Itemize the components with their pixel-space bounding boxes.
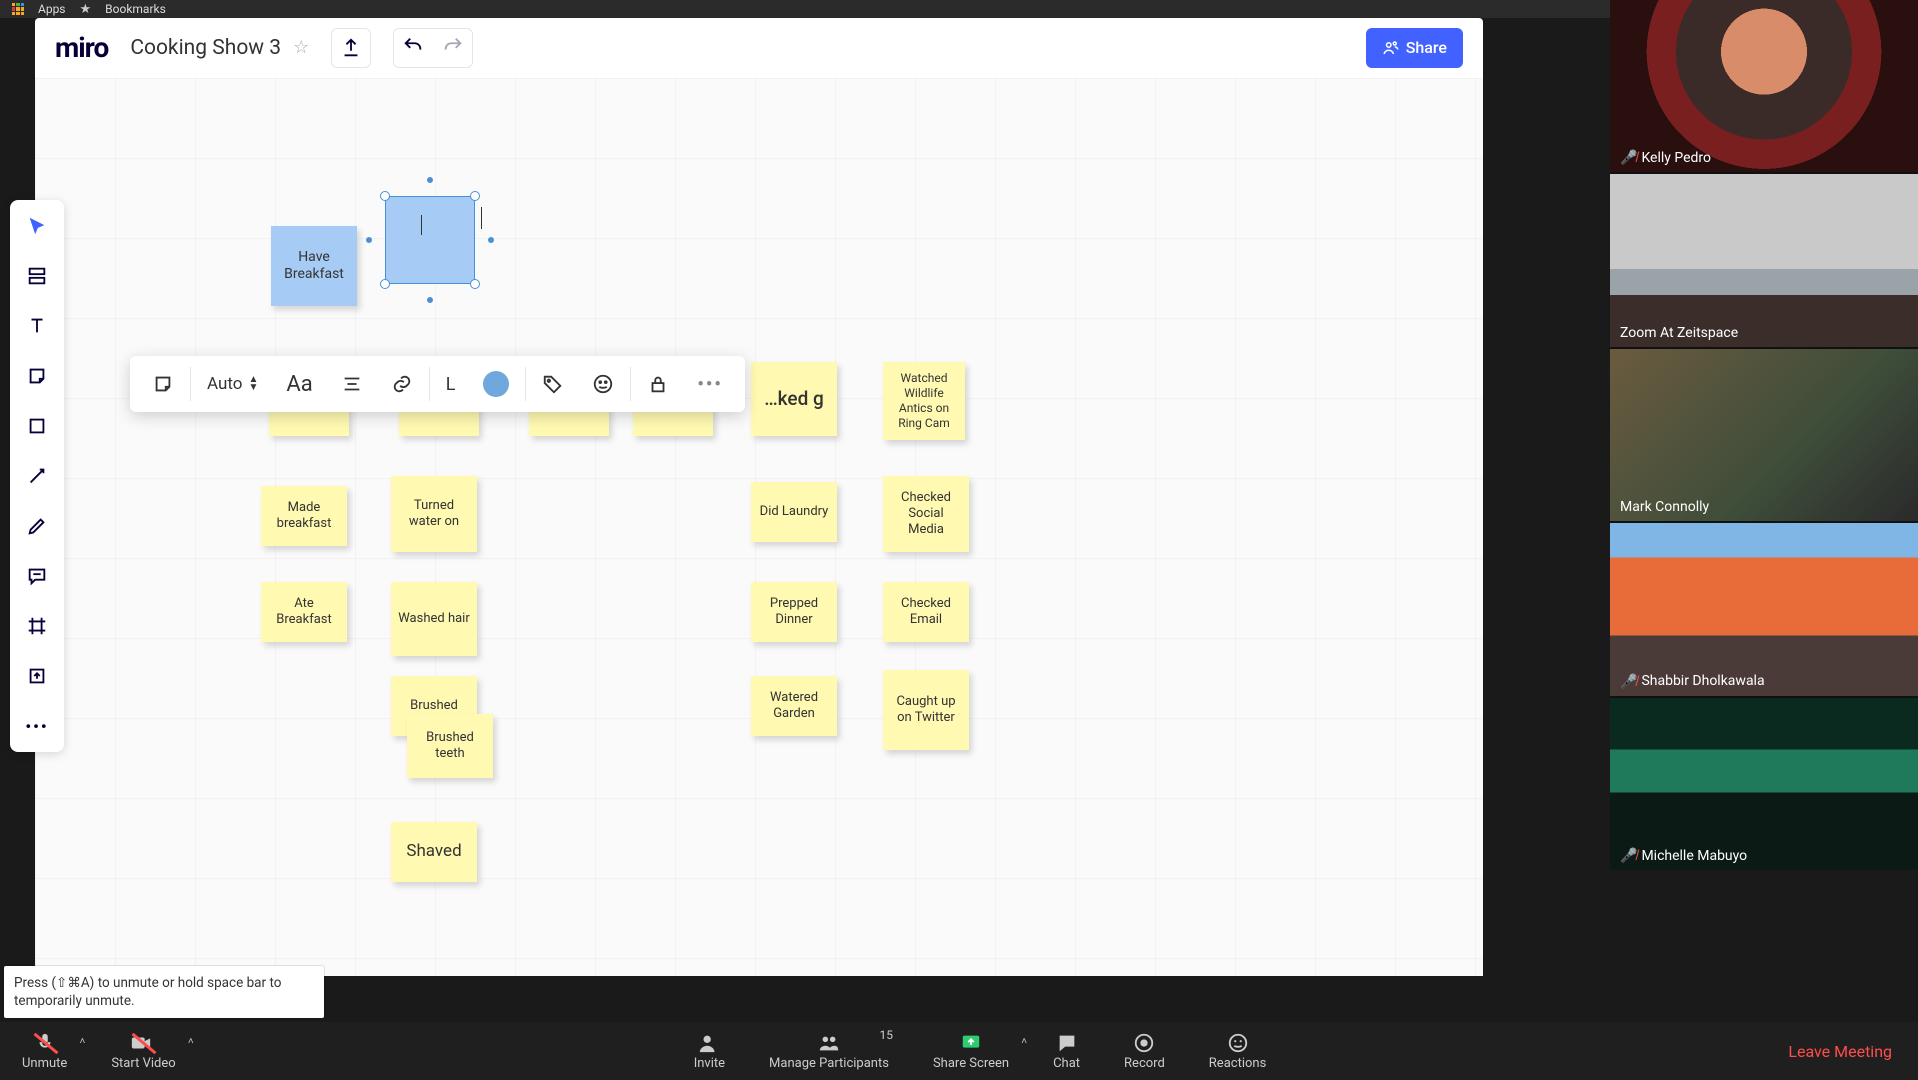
participant-name: Kelly Pedro: [1641, 150, 1711, 166]
apps-icon[interactable]: [12, 3, 24, 15]
sticky-ring-cam[interactable]: Watched Wildlife Antics on Ring Cam: [883, 362, 965, 440]
participant-tile[interactable]: Zoom At Zeitspace: [1610, 174, 1918, 346]
participant-name: Shabbir Dholkawala: [1641, 673, 1764, 689]
redo-button[interactable]: [442, 35, 464, 61]
text-style-button[interactable]: Aa: [274, 356, 324, 412]
more-options-button[interactable]: •••: [685, 356, 734, 412]
sticky-watered-garden[interactable]: Watered Garden: [751, 676, 837, 736]
connection-line-tool[interactable]: [21, 460, 53, 492]
zoom-control-bar: Unmute ˄ Start Video ˄ Invite Manage Par…: [0, 1022, 1918, 1080]
unmute-button[interactable]: Unmute ˄: [0, 1022, 89, 1080]
text-cursor-icon: [421, 215, 422, 235]
unmute-hint-tooltip: Press (⇧⌘A) to unmute or hold space bar …: [4, 966, 324, 1018]
zoom-gallery: 🎤̸Kelly Pedro Zoom At Zeitspace Mark Con…: [1610, 0, 1918, 870]
participants-count: 15: [879, 1028, 893, 1042]
selected-shape[interactable]: [385, 196, 475, 284]
miro-app: miro Cooking Show 3 ☆ Share Have Breakfa…: [35, 18, 1483, 976]
leave-meeting-button[interactable]: Leave Meeting: [1762, 1042, 1918, 1061]
export-button[interactable]: [331, 28, 371, 68]
upload-tool[interactable]: [21, 660, 53, 692]
sticky-prepped-dinner[interactable]: Prepped Dinner: [751, 582, 837, 642]
text-align-button[interactable]: [329, 356, 375, 412]
link-button[interactable]: [379, 356, 425, 412]
record-button[interactable]: Record: [1102, 1022, 1187, 1080]
templates-tool[interactable]: [21, 260, 53, 292]
bookmark-star-icon: ★: [80, 2, 92, 17]
mic-muted-icon: 🎤̸: [1620, 847, 1637, 864]
sticky-brushed-teeth[interactable]: Brushed teeth: [407, 714, 493, 778]
size-auto-button[interactable]: Auto ▲▼: [195, 356, 270, 412]
share-button-label: Share: [1406, 38, 1447, 57]
sticky-blue-have-breakfast[interactable]: Have Breakfast: [271, 226, 357, 306]
emoji-button[interactable]: [580, 356, 626, 412]
reactions-button[interactable]: Reactions: [1187, 1022, 1289, 1080]
shape-type-button[interactable]: [140, 356, 186, 412]
color-swatch-icon: [483, 371, 509, 397]
sticky-did-laundry[interactable]: Did Laundry: [751, 482, 837, 542]
participant-tile[interactable]: Mark Connolly: [1610, 349, 1918, 521]
select-tool[interactable]: [21, 210, 53, 242]
sticky-checked-social[interactable]: Checked Social Media: [883, 476, 969, 552]
sticky-washed-hair[interactable]: Washed hair: [391, 582, 477, 656]
sticky-context-toolbar: Auto ▲▼ Aa L •••: [130, 356, 745, 412]
participant-name: Michelle Mabuyo: [1641, 848, 1747, 864]
apps-label[interactable]: Apps: [38, 2, 66, 16]
miro-logo[interactable]: miro: [55, 31, 108, 64]
undo-redo-group: [393, 28, 473, 68]
text-caret-icon: [481, 207, 482, 229]
miro-header: miro Cooking Show 3 ☆ Share: [35, 18, 1483, 78]
participant-tile[interactable]: 🎤̸Shabbir Dholkawala: [1610, 523, 1918, 695]
sticky-shaved[interactable]: Shaved: [391, 822, 477, 882]
pen-tool[interactable]: [21, 510, 53, 542]
lock-button[interactable]: [635, 356, 681, 412]
start-video-button[interactable]: Start Video ˄: [89, 1022, 197, 1080]
chevron-up-icon[interactable]: ˄: [79, 1036, 85, 1047]
undo-button[interactable]: [402, 35, 424, 61]
comment-tool[interactable]: [21, 560, 53, 592]
more-tools[interactable]: •••: [21, 710, 53, 742]
sticky-ate-breakfast[interactable]: Ate Breakfast: [261, 582, 347, 642]
favorite-star-icon[interactable]: ☆: [293, 37, 309, 58]
tag-button[interactable]: [530, 356, 576, 412]
sticky-made-breakfast[interactable]: Made breakfast: [261, 486, 347, 546]
participant-tile[interactable]: 🎤̸Kelly Pedro: [1610, 0, 1918, 172]
manage-participants-button[interactable]: Manage Participants 15: [747, 1022, 911, 1080]
chevron-up-icon[interactable]: ˄: [188, 1036, 194, 1047]
sticky-checked-email[interactable]: Checked Email: [883, 582, 969, 642]
miro-canvas[interactable]: Have Breakfast Hung out …ked g Watched W…: [35, 78, 1483, 976]
mic-muted-icon: 🎤̸: [1620, 149, 1637, 166]
participant-tile[interactable]: 🎤̸Michelle Mabuyo: [1610, 698, 1918, 870]
size-letter-button[interactable]: L: [434, 356, 468, 412]
share-screen-button[interactable]: Share Screen ˄: [911, 1022, 1031, 1080]
miro-left-toolbar: •••: [10, 200, 64, 752]
chevron-up-icon[interactable]: ˄: [1021, 1036, 1027, 1047]
sticky-note-tool[interactable]: [21, 360, 53, 392]
board-title[interactable]: Cooking Show 3: [130, 36, 281, 60]
sticky-turned-water-on[interactable]: Turned water on: [391, 476, 477, 552]
frame-tool[interactable]: [21, 610, 53, 642]
sticky-ked-g[interactable]: …ked g: [751, 362, 837, 436]
sticky-caught-up-twitter[interactable]: Caught up on Twitter: [883, 670, 969, 750]
chat-button[interactable]: Chat: [1031, 1022, 1102, 1080]
share-button[interactable]: Share: [1366, 28, 1463, 68]
participant-name: Zoom At Zeitspace: [1620, 325, 1738, 341]
shape-tool[interactable]: [21, 410, 53, 442]
fill-color-button[interactable]: [471, 356, 521, 412]
text-tool[interactable]: [21, 310, 53, 342]
invite-button[interactable]: Invite: [672, 1022, 747, 1080]
participant-name: Mark Connolly: [1620, 499, 1709, 515]
bookmarks-label[interactable]: Bookmarks: [105, 2, 166, 16]
mic-muted-icon: 🎤̸: [1620, 673, 1637, 690]
